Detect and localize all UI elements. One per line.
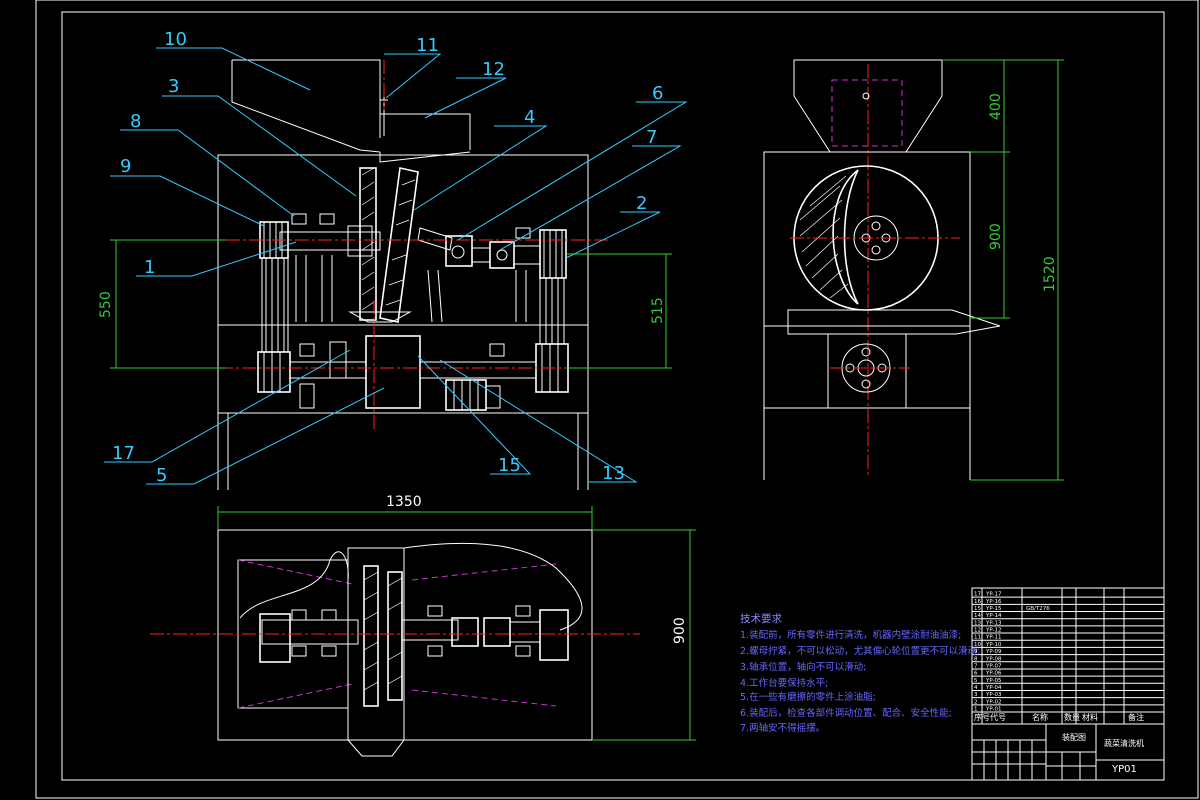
bom-header-name: 名称 [1032,712,1048,722]
part-label-4: 4 [524,107,535,128]
bom-cell: YP-17 [985,592,1002,598]
bom-cell: 3 [974,692,978,698]
bom-cell: YP-07 [985,663,1002,669]
bom-cell: YP-03 [985,692,1002,698]
dim-front-left: 550 [98,291,114,318]
bom-cell: YP-14 [985,613,1002,619]
dim-top-right: 900 [672,617,688,644]
bom-cell: 12 [974,628,981,634]
title-cell-assembly: 装配图 [1062,732,1086,742]
bom-cell: YP-01 [985,707,1002,713]
bom-header-material: 材料 [1082,712,1098,722]
bom-cell: 1 [974,707,978,713]
bom-table: 17 YP-1716 YP-1615 YP-15 GB/T27614 YP-1413 YP-… [974,592,1050,713]
part-label-15: 15 [498,455,521,476]
bom-cell: 6 [974,671,978,677]
part-label-7: 7 [646,127,657,148]
part-label-6: 6 [652,83,663,104]
bom-cell: YP-09 [985,649,1002,655]
bom-cell: 9 [974,649,978,655]
title-cell-name: 蔬菜清洗机 [1104,738,1144,748]
bom-cell: 14 [974,613,981,619]
dim-side-total: 1520 [1042,256,1058,292]
bom-cell: 10 [974,642,981,648]
bom-cell: YP-08 [985,656,1002,662]
bom-cell: 13 [974,620,981,626]
part-label-11: 11 [416,35,439,56]
tech-req-7: 7.两轴安不得摇摆。 [740,722,825,734]
bom-header-note: 备注 [1128,712,1144,722]
bom-header-no: 序号 [974,712,990,722]
part-label-10: 10 [164,29,187,50]
bom-cell: 2 [974,699,978,705]
bom-cell: 8 [974,656,978,662]
bom-cell: YP-15 [985,606,1002,612]
part-label-1: 1 [144,257,155,278]
bom-cell: YP-02 [985,699,1002,705]
part-label-12: 12 [482,59,505,80]
part-label-17: 17 [112,443,135,464]
bom-cell: YP-11 [985,635,1002,641]
tech-req-6: 6.装配后，检查各部件调动位置、配合、安全性能; [740,707,952,719]
part-label-13: 13 [602,463,625,484]
bom-cell: GB/T276 [1026,606,1050,612]
part-label-5: 5 [156,465,167,486]
part-label-2: 2 [636,193,647,214]
part-label-9: 9 [120,156,131,177]
tech-req-1: 1.装配前，所有零件进行清洗，机器内壁涂耐油油漆; [740,629,961,641]
tech-req-5: 5.在一些有磨擦的零件上涂油脂; [740,691,876,703]
bom-header-qty: 数量 [1064,712,1080,722]
bom-header-code: 代号 [990,712,1006,722]
part-label-3: 3 [168,76,179,97]
bom-cell: 16 [974,599,981,605]
dim-top-width: 1350 [386,494,422,510]
bom-cell: 11 [974,635,981,641]
dim-front-right: 515 [650,297,666,324]
dim-side-hopper: 400 [988,93,1004,120]
bom-cell: YP-05 [985,678,1002,684]
bom-cell: 17 [974,592,981,598]
bom-cell: 5 [974,678,978,684]
bom-cell: 15 [974,606,981,612]
bom-cell: YP-04 [985,685,1002,691]
drawing-number: YP01 [1111,764,1137,775]
bom-cell: 7 [974,663,978,669]
tech-req-2: 2.螺母拧紧，不可以松动，尤其偏心轮位置更不可以滑动; [740,645,980,657]
bom-cell: YP-10 [985,642,1002,648]
tech-req-3: 3.轴承位置，轴向不可以滑动; [740,661,866,673]
bom-cell: YP-13 [985,620,1002,626]
bom-cell: YP-12 [985,628,1002,634]
text-layer: 10 11 12 3 4 8 9 6 7 2 1 17 5 15 13 550 … [0,0,1200,800]
dim-side-mid: 900 [988,223,1004,250]
bom-cell: YP-06 [985,671,1002,677]
tech-req-title: 技术要求 [740,612,782,625]
part-label-8: 8 [130,111,141,132]
bom-cell: YP-16 [985,599,1002,605]
bom-cell: 4 [974,685,978,691]
tech-req-4: 4.工作台要保持水平; [740,677,828,689]
